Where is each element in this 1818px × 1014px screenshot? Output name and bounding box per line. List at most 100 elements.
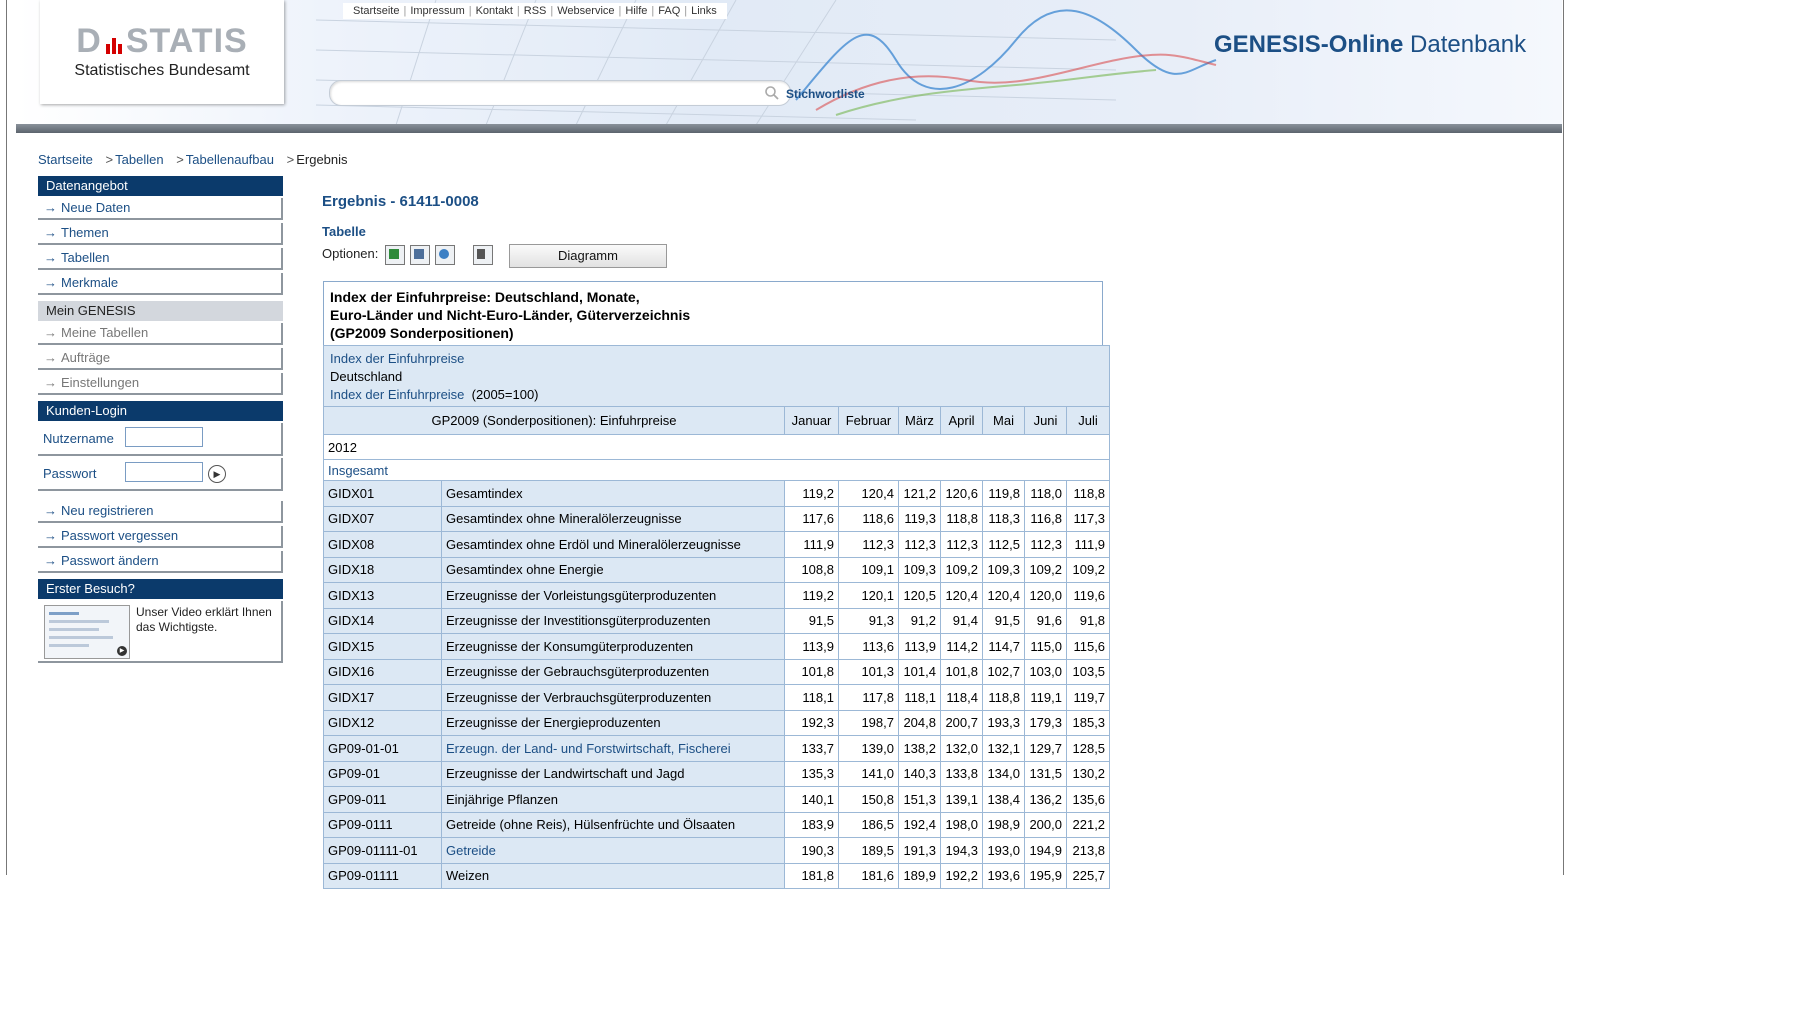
sidebar-item-themen[interactable]: → Themen bbox=[38, 223, 283, 245]
row-label[interactable]: Erzeugn. der Land- und Forstwirtschaft, … bbox=[441, 735, 785, 762]
row-label: Gesamtindex bbox=[441, 480, 785, 507]
row-value: 91,5 bbox=[982, 607, 1025, 634]
row-label: Gesamtindex ohne Erdöl und Mineralölerze… bbox=[441, 531, 785, 558]
top-link-webservice[interactable]: Webservice bbox=[557, 5, 614, 17]
row-value: 119,1 bbox=[1024, 684, 1067, 711]
row-value: 183,9 bbox=[784, 811, 839, 838]
row-value: 128,5 bbox=[1065, 735, 1111, 762]
sidebar-heading-datenangebot: Datenangebot bbox=[38, 176, 283, 196]
row-value: 140,1 bbox=[784, 786, 839, 813]
row-value: 138,2 bbox=[898, 735, 941, 762]
video-thumbnail[interactable]: ▶ bbox=[44, 605, 130, 659]
table-row: GIDX16 Erzeugnisse der Gebrauchsgüterprod… bbox=[323, 658, 1111, 685]
row-value: 118,6 bbox=[838, 505, 899, 532]
column-header-month: April bbox=[940, 406, 983, 435]
diagramm-button[interactable]: Diagramm bbox=[509, 244, 667, 268]
row-value: 140,3 bbox=[898, 760, 941, 787]
row-value: 119,2 bbox=[784, 480, 839, 507]
table-layout-icon[interactable] bbox=[473, 245, 493, 265]
login-submit-button[interactable]: ▶ bbox=[208, 465, 226, 483]
top-link-startseite[interactable]: Startseite bbox=[353, 5, 399, 17]
row-value: 181,8 bbox=[784, 862, 839, 889]
table-header-row: GP2009 (Sonderpositionen): Einfuhrpreise… bbox=[323, 406, 1111, 435]
row-value: 189,5 bbox=[838, 837, 899, 864]
row-value: 112,3 bbox=[1024, 531, 1067, 558]
play-icon[interactable]: ▶ bbox=[117, 646, 127, 656]
arrow-right-icon: → bbox=[44, 275, 57, 290]
intro-video-box[interactable]: ▶ Unser Video erklärt Ihnen das Wichtigs… bbox=[38, 601, 283, 663]
row-value: 112,3 bbox=[940, 531, 983, 558]
search-icon[interactable] bbox=[764, 85, 780, 101]
table-row: GIDX14 Erzeugnisse der Investitionsgüterp… bbox=[323, 607, 1111, 634]
password-field[interactable] bbox=[125, 462, 203, 482]
excel-export-icon[interactable] bbox=[385, 245, 405, 265]
search-input[interactable] bbox=[329, 80, 791, 106]
table-row: GP09-0111 Getreide (ohne Reis), Hülsenfrü… bbox=[323, 811, 1111, 838]
info-unit-link[interactable]: Index der Einfuhrpreise bbox=[330, 387, 464, 402]
password-label: Passwort bbox=[43, 466, 97, 481]
group-label[interactable]: Insgesamt bbox=[322, 459, 1111, 481]
top-link-hilfe[interactable]: Hilfe bbox=[625, 5, 647, 17]
row-label: Erzeugnisse der Energieproduzenten bbox=[441, 709, 785, 736]
row-value: 136,2 bbox=[1024, 786, 1067, 813]
breadcrumb-tabellenaufbau[interactable]: Tabellenaufbau bbox=[186, 152, 274, 167]
row-value: 134,0 bbox=[982, 760, 1025, 787]
sidebar-item-passwort-aendern[interactable]: → Passwort ändern bbox=[38, 551, 283, 573]
username-label: Nutzername bbox=[43, 431, 114, 446]
info-index-link[interactable]: Index der Einfuhrpreise bbox=[330, 350, 1103, 368]
row-value: 119,3 bbox=[898, 505, 941, 532]
sidebar-item-tabellen[interactable]: → Tabellen bbox=[38, 248, 283, 270]
sidebar-item-passwort-vergessen[interactable]: → Passwort vergessen bbox=[38, 526, 283, 548]
row-value: 118,4 bbox=[940, 684, 983, 711]
site-header: D STATIS Statistisches Bundesamt Startsei… bbox=[16, 0, 1562, 125]
row-value: 204,8 bbox=[898, 709, 941, 736]
top-link-links[interactable]: Links bbox=[691, 5, 717, 17]
breadcrumb-tabellen[interactable]: Tabellen bbox=[115, 152, 163, 167]
row-value: 109,2 bbox=[1024, 556, 1067, 583]
row-code: GIDX15 bbox=[323, 633, 442, 660]
row-value: 117,3 bbox=[1065, 505, 1111, 532]
row-code: GP09-011 bbox=[323, 786, 442, 813]
breadcrumb-startseite[interactable]: Startseite bbox=[38, 152, 93, 167]
sidebar-item-meine-tabellen[interactable]: → Meine Tabellen bbox=[38, 323, 283, 345]
sidebar-item-neu-registrieren[interactable]: → Neu registrieren bbox=[38, 501, 283, 523]
table-row: GP09-01-01 Erzeugn. der Land- und Forstwi… bbox=[323, 735, 1111, 762]
csv-export-icon[interactable] bbox=[410, 245, 430, 265]
row-label[interactable]: Getreide bbox=[441, 837, 785, 864]
username-field[interactable] bbox=[125, 427, 203, 447]
row-value: 116,8 bbox=[1024, 505, 1067, 532]
row-value: 193,6 bbox=[982, 862, 1025, 889]
web-export-icon[interactable] bbox=[435, 245, 455, 265]
row-label: Gesamtindex ohne Mineralölerzeugnisse bbox=[441, 505, 785, 532]
window-border-left bbox=[0, 0, 7, 875]
sidebar-item-einstellungen[interactable]: → Einstellungen bbox=[38, 373, 283, 395]
row-value: 120,0 bbox=[1024, 582, 1067, 609]
row-value: 198,9 bbox=[982, 811, 1025, 838]
row-value: 91,8 bbox=[1065, 607, 1111, 634]
row-label: Erzeugnisse der Verbrauchsgüterproduzent… bbox=[441, 684, 785, 711]
top-link-impressum[interactable]: Impressum bbox=[410, 5, 464, 17]
arrow-right-icon: → bbox=[44, 350, 57, 365]
table-row: GP09-011 Einjährige Pflanzen 140,1 150,8 151… bbox=[323, 786, 1111, 813]
sidebar-item-auftraege[interactable]: → Aufträge bbox=[38, 348, 283, 370]
row-value: 103,5 bbox=[1065, 658, 1111, 685]
column-header-month: Januar bbox=[784, 406, 839, 435]
row-value: 117,6 bbox=[784, 505, 839, 532]
row-value: 113,9 bbox=[898, 633, 941, 660]
stichwortliste-link[interactable]: Stichwortliste bbox=[786, 87, 865, 101]
sidebar: Datenangebot → Neue Daten → Themen → Tabell… bbox=[38, 176, 283, 663]
top-link-faq[interactable]: FAQ bbox=[658, 5, 680, 17]
row-code: GIDX17 bbox=[323, 684, 442, 711]
sidebar-item-merkmale[interactable]: → Merkmale bbox=[38, 273, 283, 295]
table-info-row: Index der Einfuhrpreise Deutschland Inde… bbox=[322, 345, 1111, 407]
breadcrumb-current: Ergebnis bbox=[296, 152, 348, 167]
arrow-right-icon: → bbox=[44, 200, 57, 215]
sidebar-item-neue-daten[interactable]: → Neue Daten bbox=[38, 198, 283, 220]
table-title-line: Index der Einfuhrpreise: Deutschland, Mo… bbox=[330, 289, 640, 305]
top-link-kontakt[interactable]: Kontakt bbox=[476, 5, 513, 17]
row-value: 181,6 bbox=[838, 862, 899, 889]
row-value: 111,9 bbox=[1065, 531, 1111, 558]
destatis-logo[interactable]: D STATIS Statistisches Bundesamt bbox=[40, 0, 284, 104]
top-link-rss[interactable]: RSS bbox=[524, 5, 547, 17]
row-value: 118,8 bbox=[1065, 480, 1111, 507]
